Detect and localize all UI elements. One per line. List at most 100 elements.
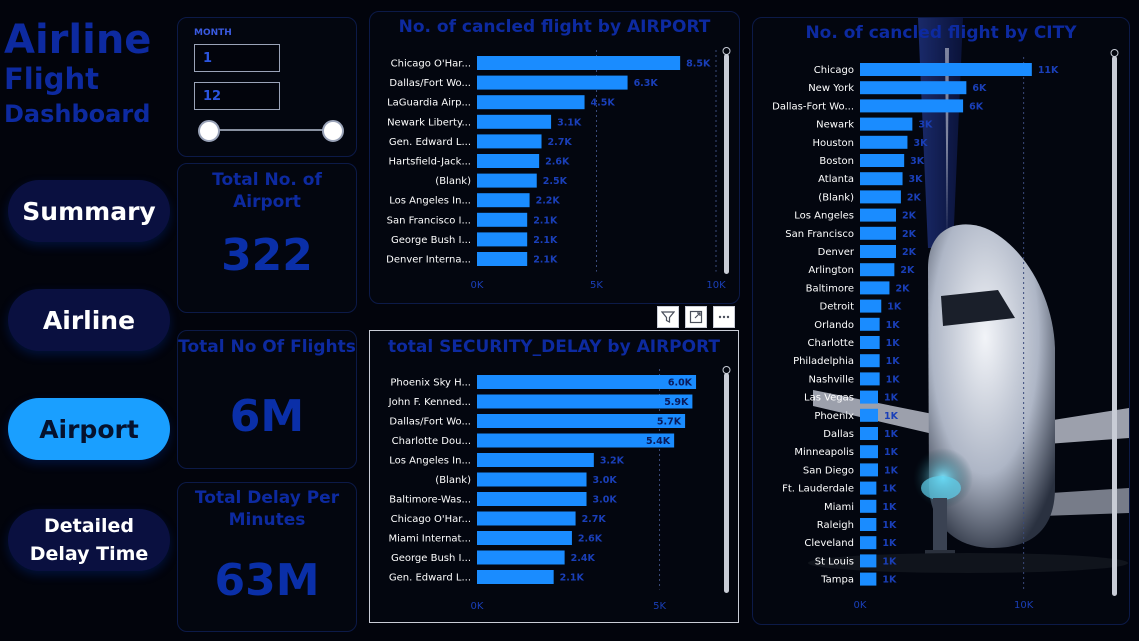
- category-label: Gen. Edward L...: [389, 573, 471, 584]
- bar[interactable]: [477, 154, 540, 168]
- scrollbar-thumb[interactable]: [1110, 49, 1119, 57]
- bar[interactable]: [477, 472, 587, 487]
- airport-nav-button[interactable]: Airport: [8, 398, 170, 460]
- bar[interactable]: [860, 481, 877, 495]
- bar[interactable]: [477, 375, 697, 389]
- bar[interactable]: [477, 56, 681, 70]
- data-label: 3K: [910, 156, 925, 167]
- bar[interactable]: [860, 245, 896, 258]
- bar[interactable]: [477, 75, 628, 90]
- bar[interactable]: [860, 99, 964, 113]
- more-options-icon[interactable]: [713, 306, 735, 328]
- bar[interactable]: [477, 193, 530, 208]
- bar[interactable]: [477, 531, 572, 545]
- scrollbar[interactable]: [724, 373, 729, 593]
- category-label: (Blank): [435, 176, 471, 187]
- bar[interactable]: [860, 154, 905, 167]
- bar[interactable]: [860, 190, 901, 204]
- data-label: 2.1K: [533, 235, 558, 246]
- bar[interactable]: [477, 95, 585, 110]
- bar[interactable]: [860, 117, 913, 131]
- bar[interactable]: [860, 81, 967, 95]
- category-label: Dallas: [823, 429, 854, 440]
- bar[interactable]: [860, 518, 877, 531]
- bar[interactable]: [477, 414, 686, 428]
- data-label: 3.1K: [557, 117, 582, 128]
- x-tick-label: 10K: [706, 280, 726, 291]
- bar[interactable]: [477, 252, 528, 266]
- data-label: 2.2K: [536, 196, 561, 207]
- summary-nav-button[interactable]: Summary: [8, 180, 170, 242]
- bar[interactable]: [860, 354, 880, 368]
- title-line-airline: Airline: [4, 17, 152, 63]
- month-max-input[interactable]: 12: [194, 82, 280, 110]
- bar[interactable]: [860, 299, 882, 313]
- month-slicer: MONTH 1 12: [177, 17, 357, 157]
- data-label: 1K: [886, 338, 901, 349]
- category-label: (Blank): [818, 192, 854, 203]
- bar[interactable]: [477, 453, 594, 467]
- month-slider-max-handle[interactable]: [322, 120, 344, 142]
- bar[interactable]: [860, 390, 878, 404]
- x-tick-label: 0K: [471, 280, 484, 291]
- bar[interactable]: [477, 511, 576, 526]
- category-label: Miami Internat...: [389, 534, 471, 545]
- bar[interactable]: [860, 263, 895, 277]
- bar[interactable]: [860, 317, 880, 331]
- bar[interactable]: [860, 536, 877, 550]
- bar[interactable]: [860, 172, 903, 186]
- category-label: Tampa: [820, 575, 854, 586]
- data-label: 11K: [1038, 65, 1059, 76]
- month-slider-min-handle[interactable]: [198, 120, 220, 142]
- filter-icon[interactable]: [657, 306, 679, 328]
- bar[interactable]: [477, 232, 528, 247]
- bar[interactable]: [477, 550, 565, 565]
- scrollbar[interactable]: [1112, 56, 1117, 596]
- airline-nav-button[interactable]: Airline: [8, 289, 170, 351]
- bar[interactable]: [860, 281, 890, 295]
- category-label: Newark: [816, 120, 854, 131]
- bar[interactable]: [477, 433, 675, 448]
- bar[interactable]: [860, 572, 877, 586]
- title-line-dashboard: Dashboard: [4, 100, 151, 128]
- bar[interactable]: [860, 463, 878, 477]
- bar[interactable]: [860, 208, 896, 222]
- bar[interactable]: [860, 427, 878, 440]
- bar[interactable]: [477, 492, 587, 506]
- chart-security-delay: 0K 5K Phoenix Sky H... 6.0K John F. Kenned..…: [388, 366, 731, 612]
- bar[interactable]: [477, 114, 552, 129]
- bar[interactable]: [860, 554, 877, 568]
- category-label: Charlotte: [808, 338, 854, 349]
- category-label: Charlotte Dou...: [392, 436, 471, 447]
- bar[interactable]: [860, 336, 880, 349]
- detailed-delay-nav-button[interactable]: Detailed Delay Time: [8, 509, 170, 571]
- bar[interactable]: [477, 394, 693, 409]
- bar[interactable]: [477, 173, 537, 188]
- category-label: Los Angeles: [794, 211, 854, 222]
- data-label: 6.0K: [668, 378, 693, 389]
- category-label: Cleveland: [804, 538, 854, 549]
- bar[interactable]: [860, 63, 1032, 76]
- bar[interactable]: [477, 570, 554, 584]
- month-slider-track[interactable]: [208, 129, 334, 131]
- bar[interactable]: [477, 212, 528, 227]
- category-label: Newark Liberty...: [387, 117, 471, 128]
- bar[interactable]: [860, 372, 880, 386]
- data-label: 2.1K: [533, 215, 558, 226]
- focus-mode-icon[interactable]: [685, 306, 707, 328]
- bar[interactable]: [860, 499, 877, 513]
- chart-security-delay-card[interactable]: total SECURITY_DELAY by AIRPORT 0K 5K Phoe…: [369, 330, 739, 623]
- scrollbar-thumb[interactable]: [722, 366, 731, 374]
- kpi-flights-value: 6M: [229, 391, 305, 442]
- bar[interactable]: [860, 226, 896, 240]
- bar[interactable]: [860, 445, 878, 459]
- bar[interactable]: [860, 135, 908, 149]
- category-label: Chicago O'Har...: [391, 514, 471, 525]
- bar[interactable]: [860, 408, 878, 422]
- scrollbar[interactable]: [724, 54, 729, 274]
- month-min-input[interactable]: 1: [194, 44, 280, 72]
- bar[interactable]: [477, 134, 542, 149]
- category-label: San Francisco: [785, 229, 854, 240]
- data-label: 2.1K: [533, 255, 558, 266]
- scrollbar-thumb[interactable]: [722, 47, 731, 55]
